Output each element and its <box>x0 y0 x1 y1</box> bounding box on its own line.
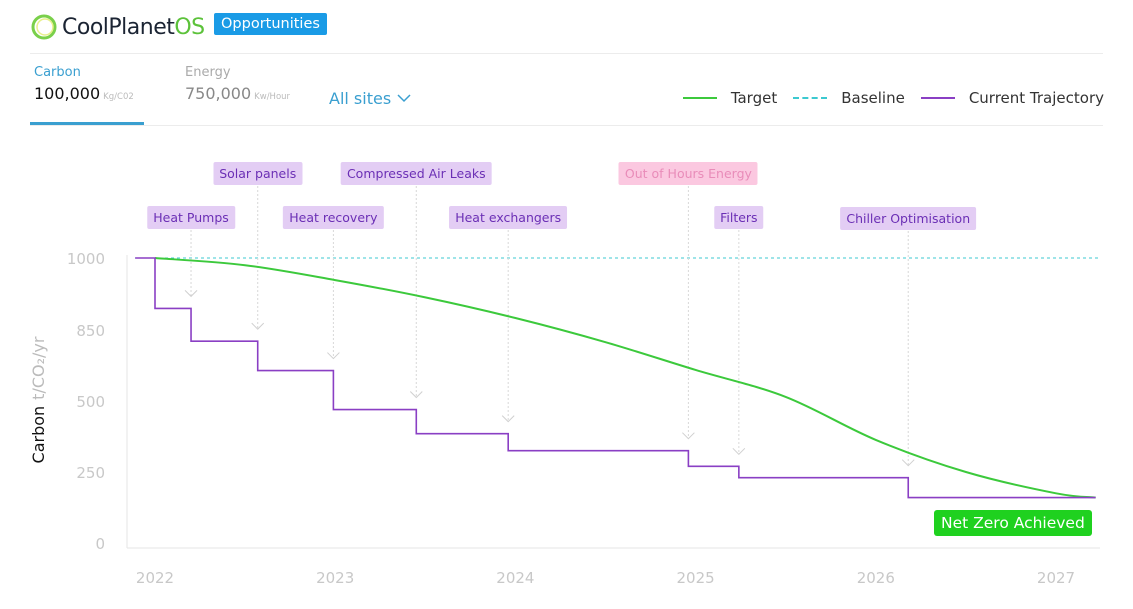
y-tick-label: 250 <box>76 464 105 482</box>
x-tick-label: 2024 <box>496 569 534 587</box>
x-tick-label: 2022 <box>136 569 174 587</box>
x-tick-label: 2023 <box>316 569 354 587</box>
annotation-label[interactable]: Heat Pumps <box>147 206 235 229</box>
annotation-label[interactable]: Heat recovery <box>283 206 384 229</box>
annotation-label[interactable]: Out of Hours Energy <box>618 162 758 185</box>
y-tick-label: 1000 <box>67 250 105 268</box>
y-tick-label: 500 <box>76 393 105 411</box>
x-tick-label: 2027 <box>1037 569 1075 587</box>
annotation-label[interactable]: Solar panels <box>213 162 303 185</box>
annotation-label[interactable]: Chiller Optimisation <box>840 207 977 230</box>
net-zero-callout: Net Zero Achieved <box>934 510 1092 536</box>
y-tick-label: 850 <box>76 322 105 340</box>
target-line <box>154 257 1096 499</box>
x-tick-label: 2025 <box>677 569 715 587</box>
trajectory-line <box>135 257 1096 499</box>
annotation-label[interactable]: Compressed Air Leaks <box>340 162 492 185</box>
y-tick-label: 0 <box>95 535 105 553</box>
y-axis-label: Carbont/CO₂/yr <box>29 336 48 463</box>
annotation-label[interactable]: Filters <box>714 206 764 229</box>
annotation-label[interactable]: Heat exchangers <box>449 206 568 229</box>
x-tick-label: 2026 <box>857 569 895 587</box>
